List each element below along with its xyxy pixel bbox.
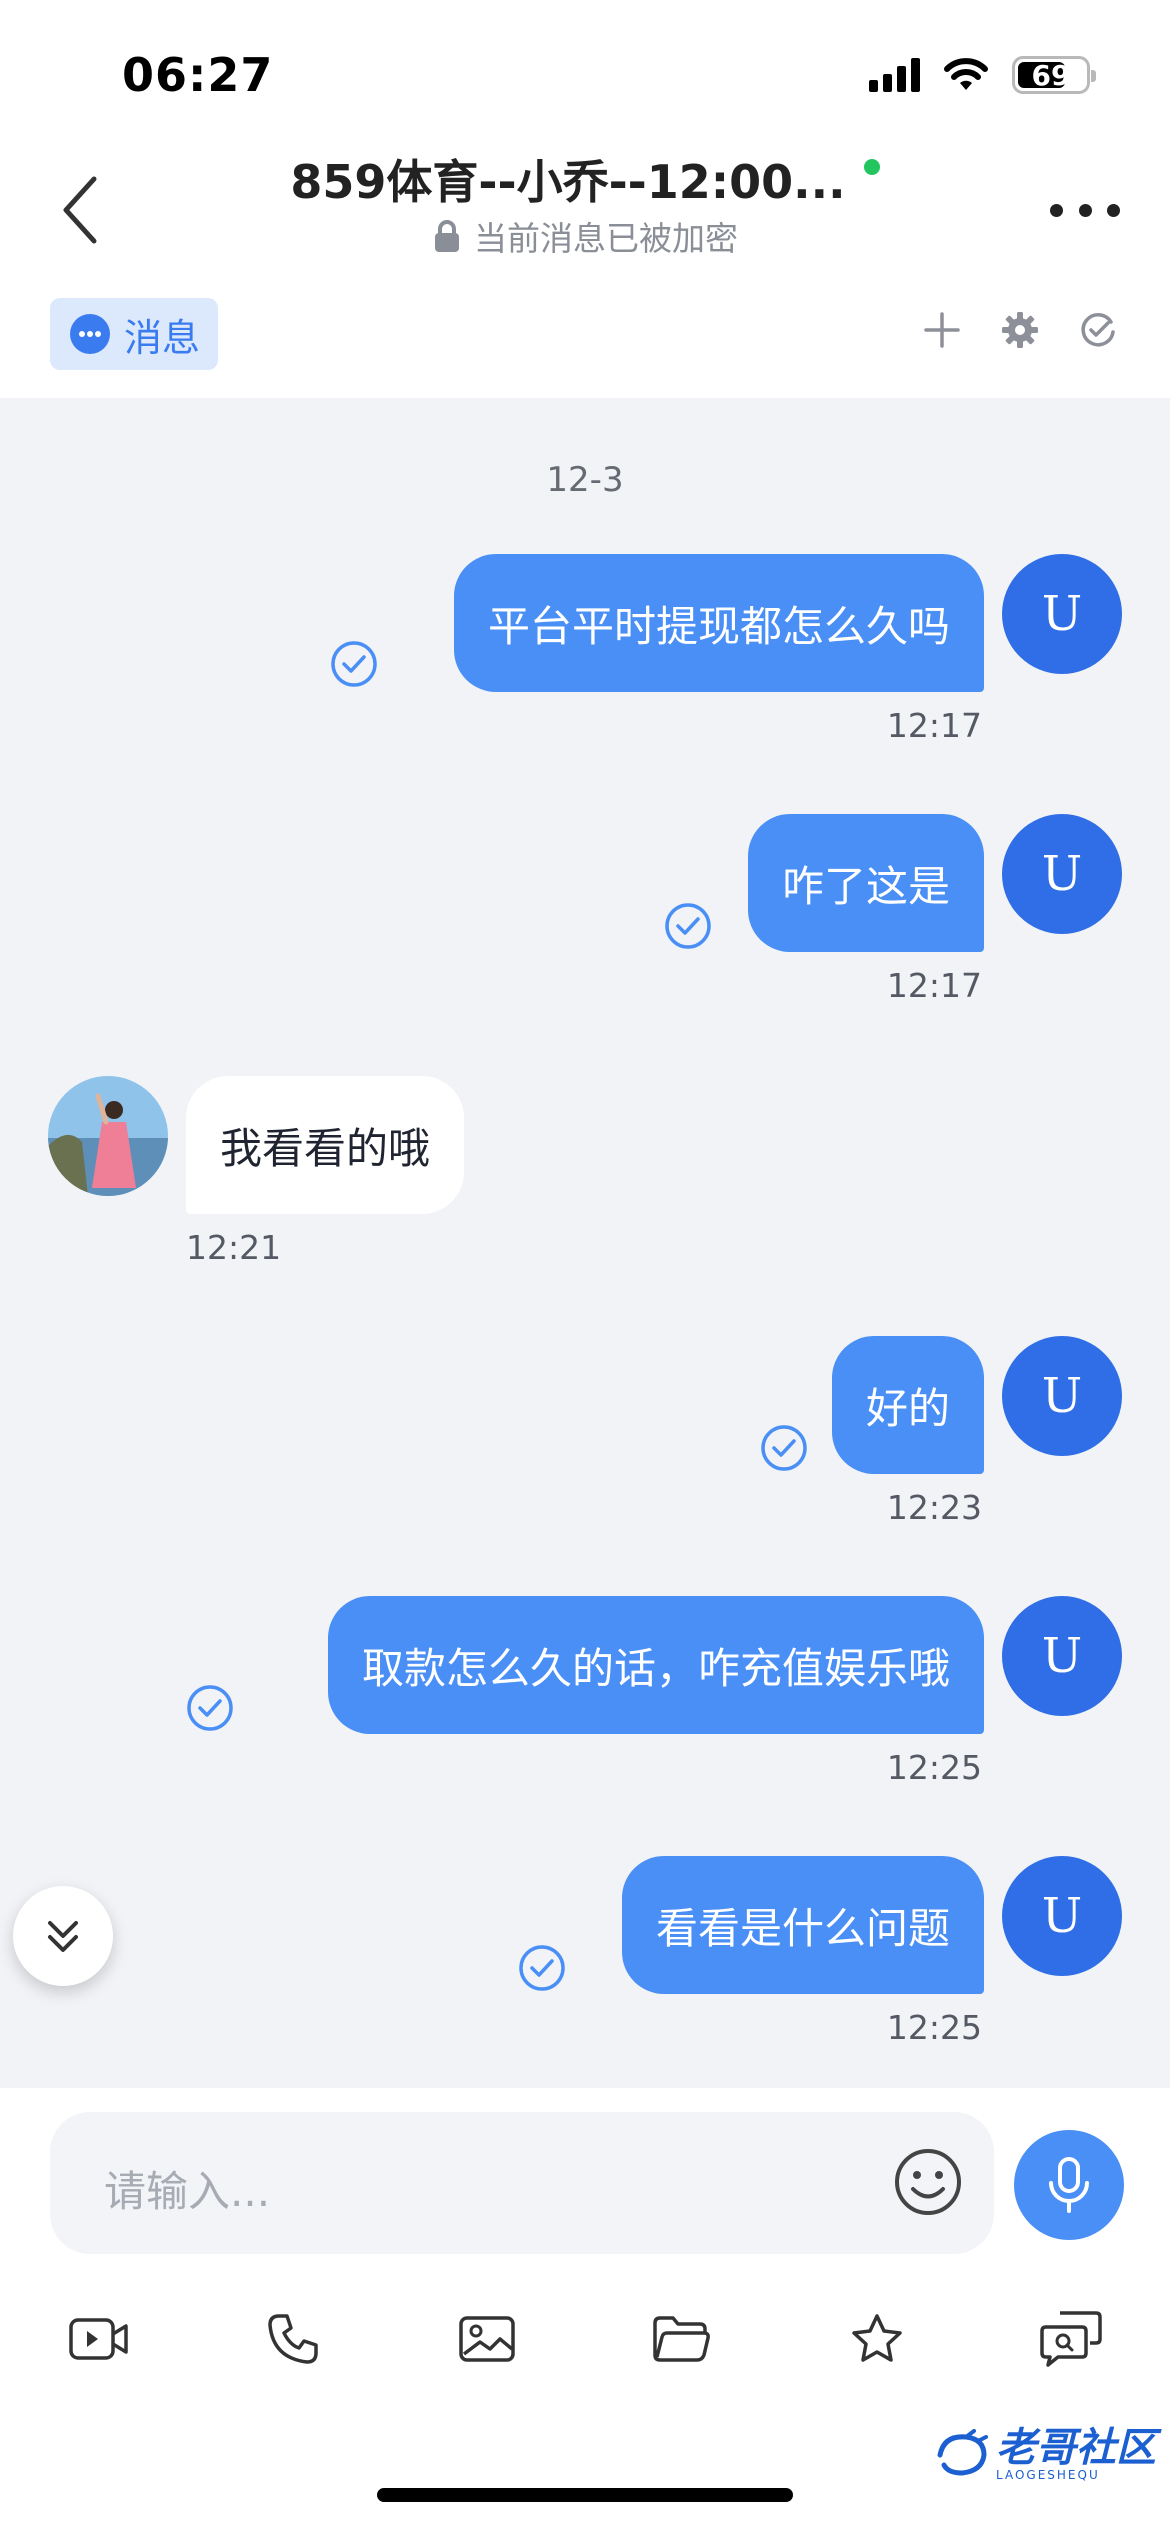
scroll-to-bottom-button[interactable] bbox=[13, 1886, 113, 1986]
refresh-button[interactable] bbox=[1078, 310, 1118, 350]
tab-bar: 消息 bbox=[0, 280, 1170, 398]
chat-area[interactable]: 12-3 平台平时提现都怎么久吗 U 12:17 咋了这是 U 12:17 我看… bbox=[0, 398, 1170, 2088]
settings-button[interactable] bbox=[1000, 310, 1040, 350]
message-time: 12:23 bbox=[886, 1488, 982, 1527]
message-bubble-outgoing[interactable]: 取款怎么久的话，咋充值娱乐哦 bbox=[327, 1596, 984, 1734]
composer-area: 请输入... 老哥社区 LAOGESHEQU bbox=[0, 2088, 1170, 2532]
battery-icon: 69 bbox=[1012, 56, 1096, 94]
status-bar: 06:27 69 bbox=[0, 0, 1170, 140]
tab-messages[interactable]: 消息 bbox=[50, 298, 219, 370]
message-time: 12:17 bbox=[886, 706, 982, 745]
favorites-button[interactable] bbox=[842, 2304, 912, 2374]
video-icon bbox=[69, 2318, 128, 2360]
tab-messages-label: 消息 bbox=[124, 315, 201, 360]
message-bubble-outgoing[interactable]: 平台平时提现都怎么久吗 bbox=[453, 554, 984, 692]
message-bubble-incoming[interactable]: 我看看的哦 bbox=[186, 1076, 465, 1214]
encryption-text: 当前消息已被加密 bbox=[474, 219, 738, 258]
voice-call-button[interactable] bbox=[258, 2304, 328, 2374]
message-input[interactable]: 请输入... bbox=[50, 2112, 994, 2254]
status-icons: 69 bbox=[869, 56, 1096, 94]
chat-title[interactable]: 859体育--小乔--12:00... bbox=[290, 146, 845, 212]
send-image-button[interactable] bbox=[452, 2304, 522, 2374]
more-options-button[interactable] bbox=[1050, 190, 1120, 230]
add-tab-button[interactable] bbox=[922, 310, 962, 350]
lock-icon bbox=[435, 220, 459, 252]
message-time: 12:17 bbox=[886, 966, 982, 1005]
contact-avatar[interactable] bbox=[48, 1076, 168, 1196]
read-check-icon bbox=[331, 641, 377, 687]
wifi-icon bbox=[944, 58, 988, 90]
folder-icon bbox=[653, 2316, 710, 2362]
read-check-icon bbox=[665, 903, 711, 949]
online-status-dot bbox=[863, 159, 880, 175]
read-check-icon bbox=[761, 1425, 807, 1471]
status-time: 06:27 bbox=[122, 48, 274, 102]
user-avatar[interactable]: U bbox=[1002, 1336, 1122, 1456]
phone-icon bbox=[268, 2314, 318, 2364]
attachment-toolbar bbox=[0, 2304, 1170, 2394]
date-separator: 12-3 bbox=[546, 460, 624, 500]
user-avatar[interactable]: U bbox=[1002, 554, 1122, 674]
tab-tools bbox=[922, 310, 1118, 350]
microphone-icon bbox=[1049, 2157, 1089, 2213]
title-row: 859体育--小乔--12:00... bbox=[0, 140, 1170, 212]
message-bubble-outgoing[interactable]: 好的 bbox=[831, 1336, 984, 1474]
message-bubble-outgoing[interactable]: 看看是什么问题 bbox=[621, 1856, 984, 1994]
message-time: 12:25 bbox=[886, 1748, 982, 1787]
chat-header: 859体育--小乔--12:00... 当前消息已被加密 bbox=[0, 140, 1170, 280]
video-call-button[interactable] bbox=[64, 2304, 134, 2374]
encryption-notice: 当前消息已被加密 bbox=[0, 212, 1170, 260]
voice-input-button[interactable] bbox=[1014, 2130, 1124, 2240]
emoji-icon[interactable] bbox=[892, 2146, 964, 2218]
more-dot bbox=[1107, 203, 1120, 217]
quick-reply-icon bbox=[1040, 2311, 1102, 2367]
chat-bubble-icon bbox=[70, 314, 110, 354]
plus-icon bbox=[924, 312, 960, 348]
user-avatar[interactable]: U bbox=[1002, 1856, 1122, 1976]
read-check-icon bbox=[519, 1945, 565, 1991]
input-placeholder: 请输入... bbox=[104, 2167, 271, 2216]
read-check-icon bbox=[187, 1685, 233, 1731]
message-bubble-outgoing[interactable]: 咋了这是 bbox=[747, 814, 984, 952]
home-indicator[interactable] bbox=[377, 2488, 793, 2502]
battery-level: 69 bbox=[1031, 58, 1071, 92]
watermark-text: 老哥社区 bbox=[996, 2425, 1156, 2471]
image-icon bbox=[459, 2316, 515, 2362]
star-icon bbox=[852, 2314, 902, 2362]
send-file-button[interactable] bbox=[646, 2304, 716, 2374]
message-time: 12:21 bbox=[186, 1228, 282, 1267]
message-time: 12:25 bbox=[886, 2008, 982, 2047]
user-avatar[interactable]: U bbox=[1002, 1596, 1122, 1716]
quick-reply-button[interactable] bbox=[1036, 2304, 1106, 2374]
user-avatar[interactable]: U bbox=[1002, 814, 1122, 934]
more-dot bbox=[1050, 203, 1063, 217]
watermark: 老哥社区 LAOGESHEQU bbox=[934, 2428, 1156, 2482]
gear-icon bbox=[1002, 312, 1038, 348]
double-chevron-down-icon bbox=[48, 1921, 78, 1952]
signal-icon bbox=[869, 58, 920, 92]
refresh-check-icon bbox=[1081, 313, 1115, 347]
dragon-logo-icon bbox=[937, 2429, 988, 2476]
more-dot bbox=[1078, 203, 1092, 217]
